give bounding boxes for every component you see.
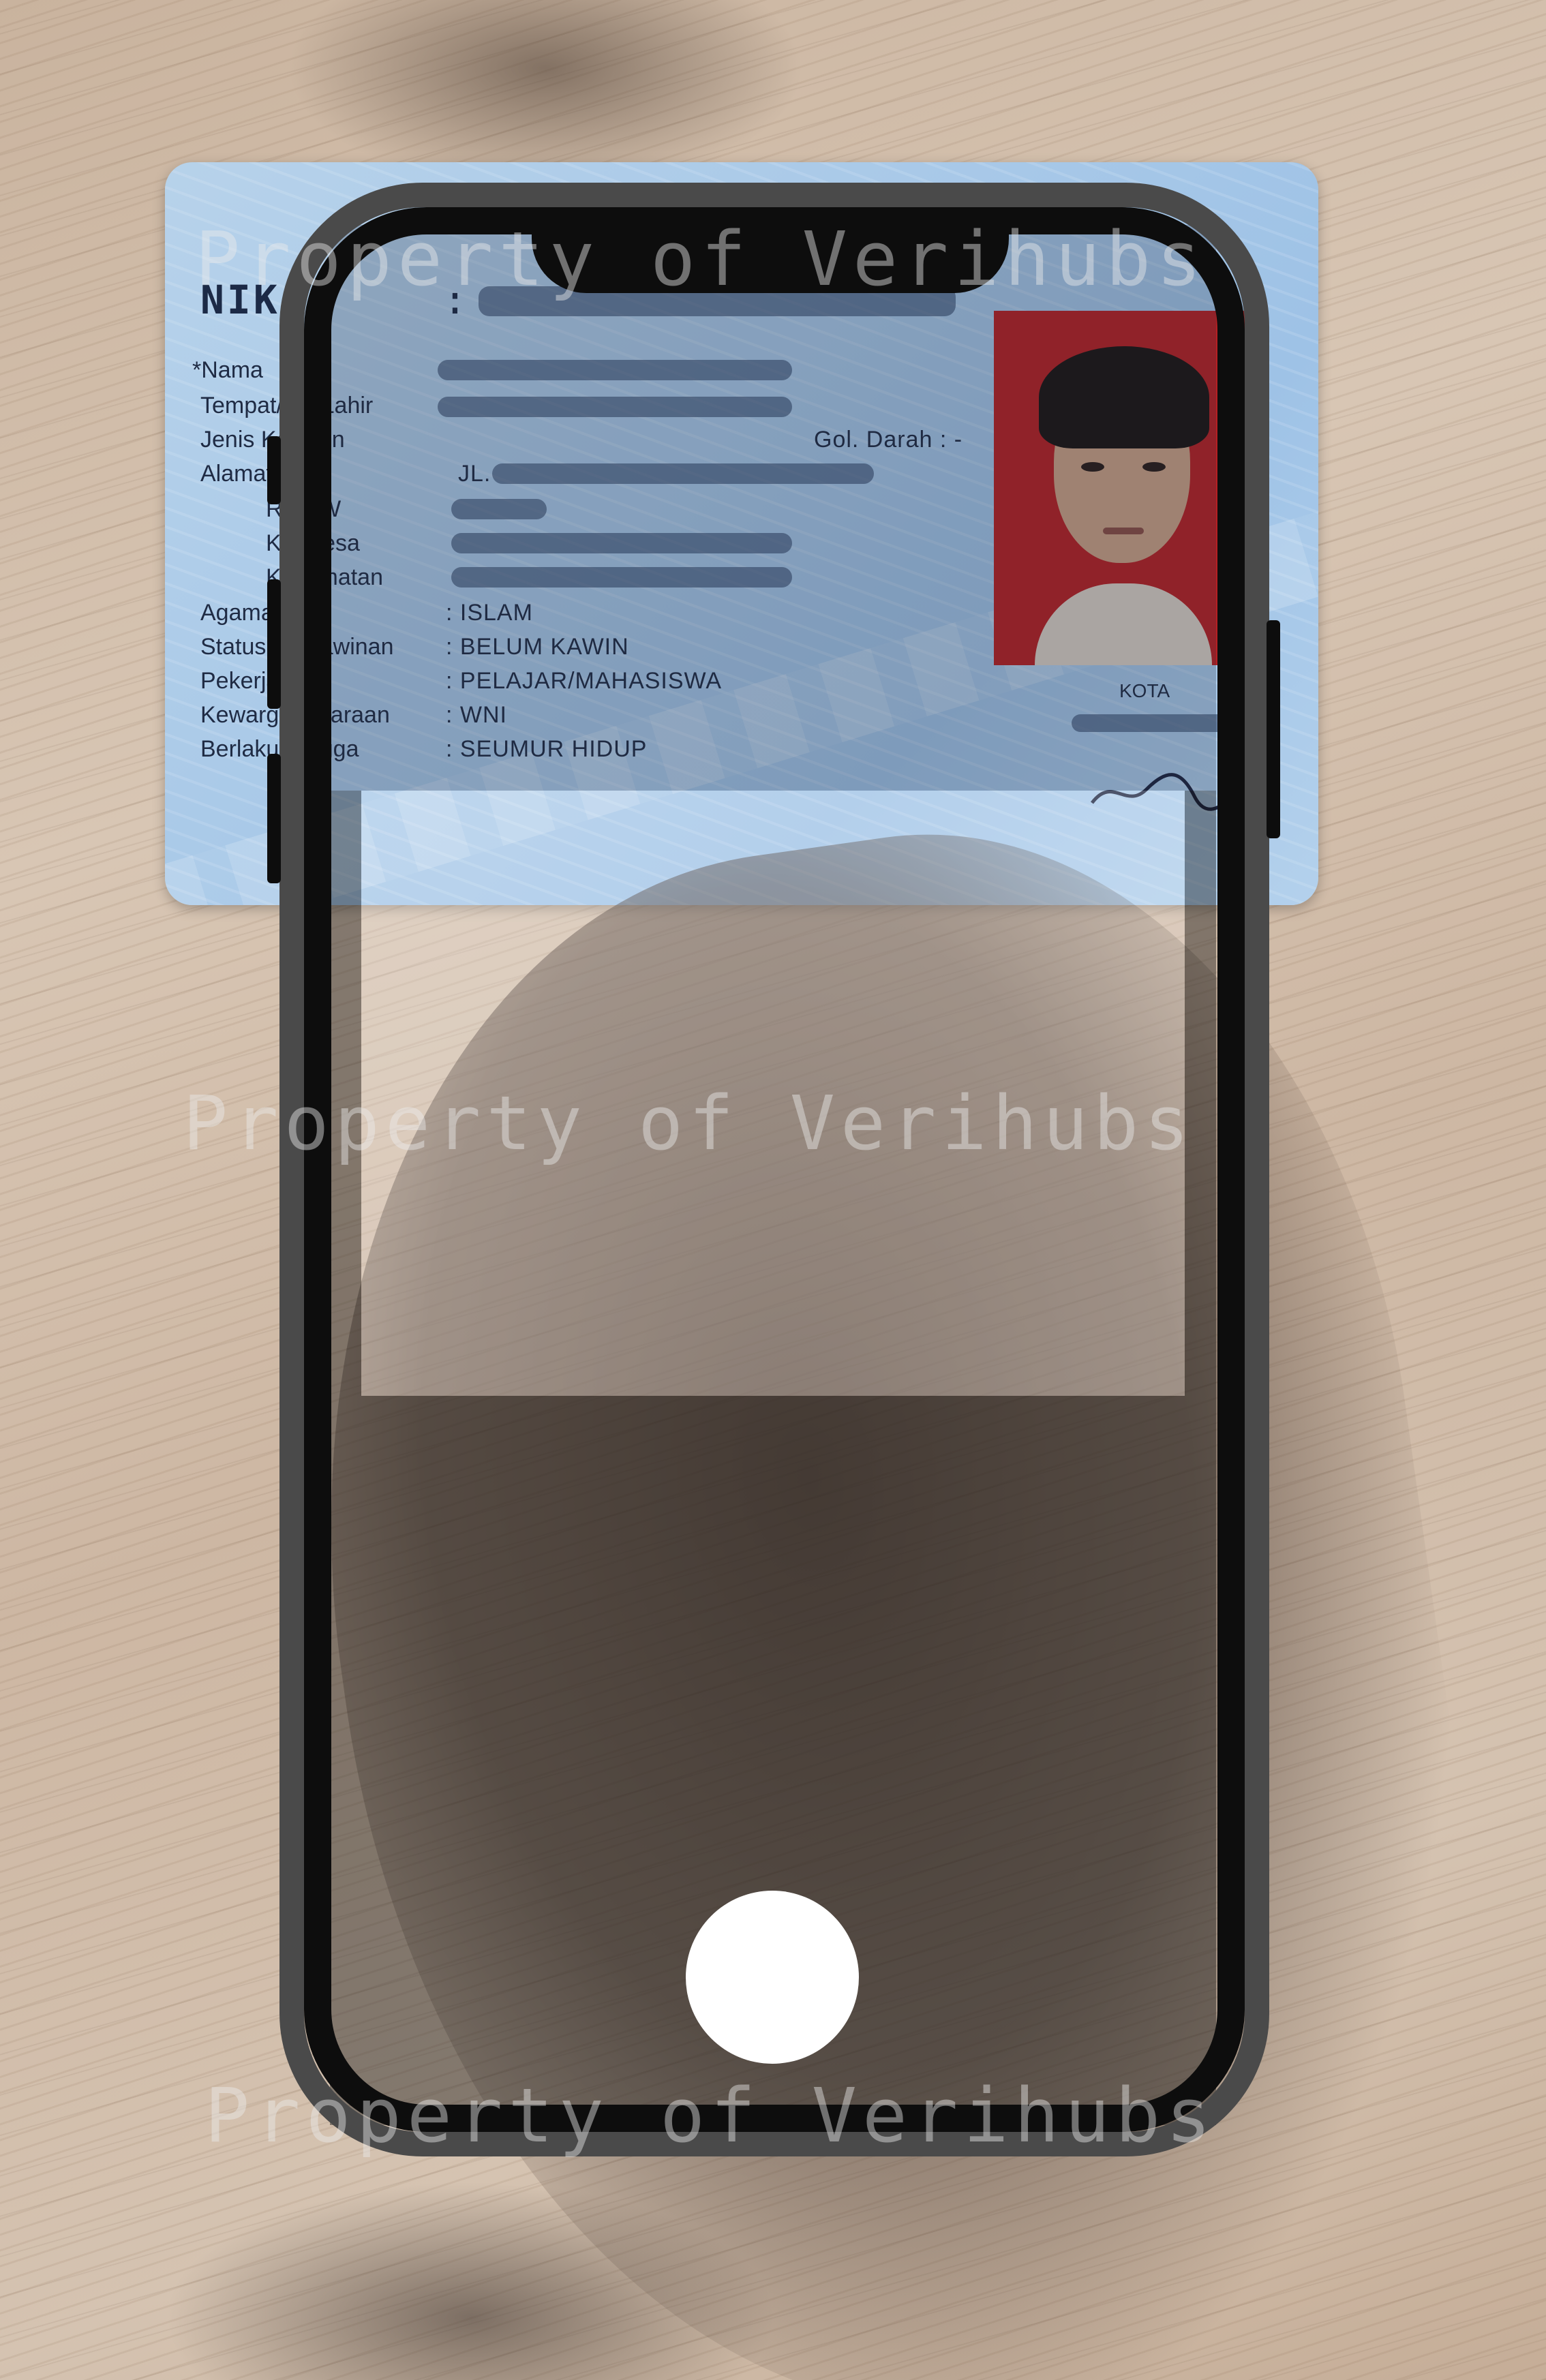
phone-volume-up-button (267, 579, 281, 709)
phone-power-button (1267, 620, 1280, 838)
camera-viewfinder: NIK : *Nama Tempat/Tgl Lahir Jenis Kelam… (0, 0, 1546, 2380)
watermark-bottom: Property of Verihubs (204, 2072, 1217, 2159)
phone-bezel (304, 207, 1245, 2132)
shutter-button[interactable] (686, 1891, 859, 2064)
watermark-middle: Property of Verihubs (183, 1080, 1195, 1167)
phone-mute-switch (267, 436, 281, 504)
phone-volume-down-button (267, 754, 281, 883)
watermark-top: Property of Verihubs (195, 215, 1207, 303)
